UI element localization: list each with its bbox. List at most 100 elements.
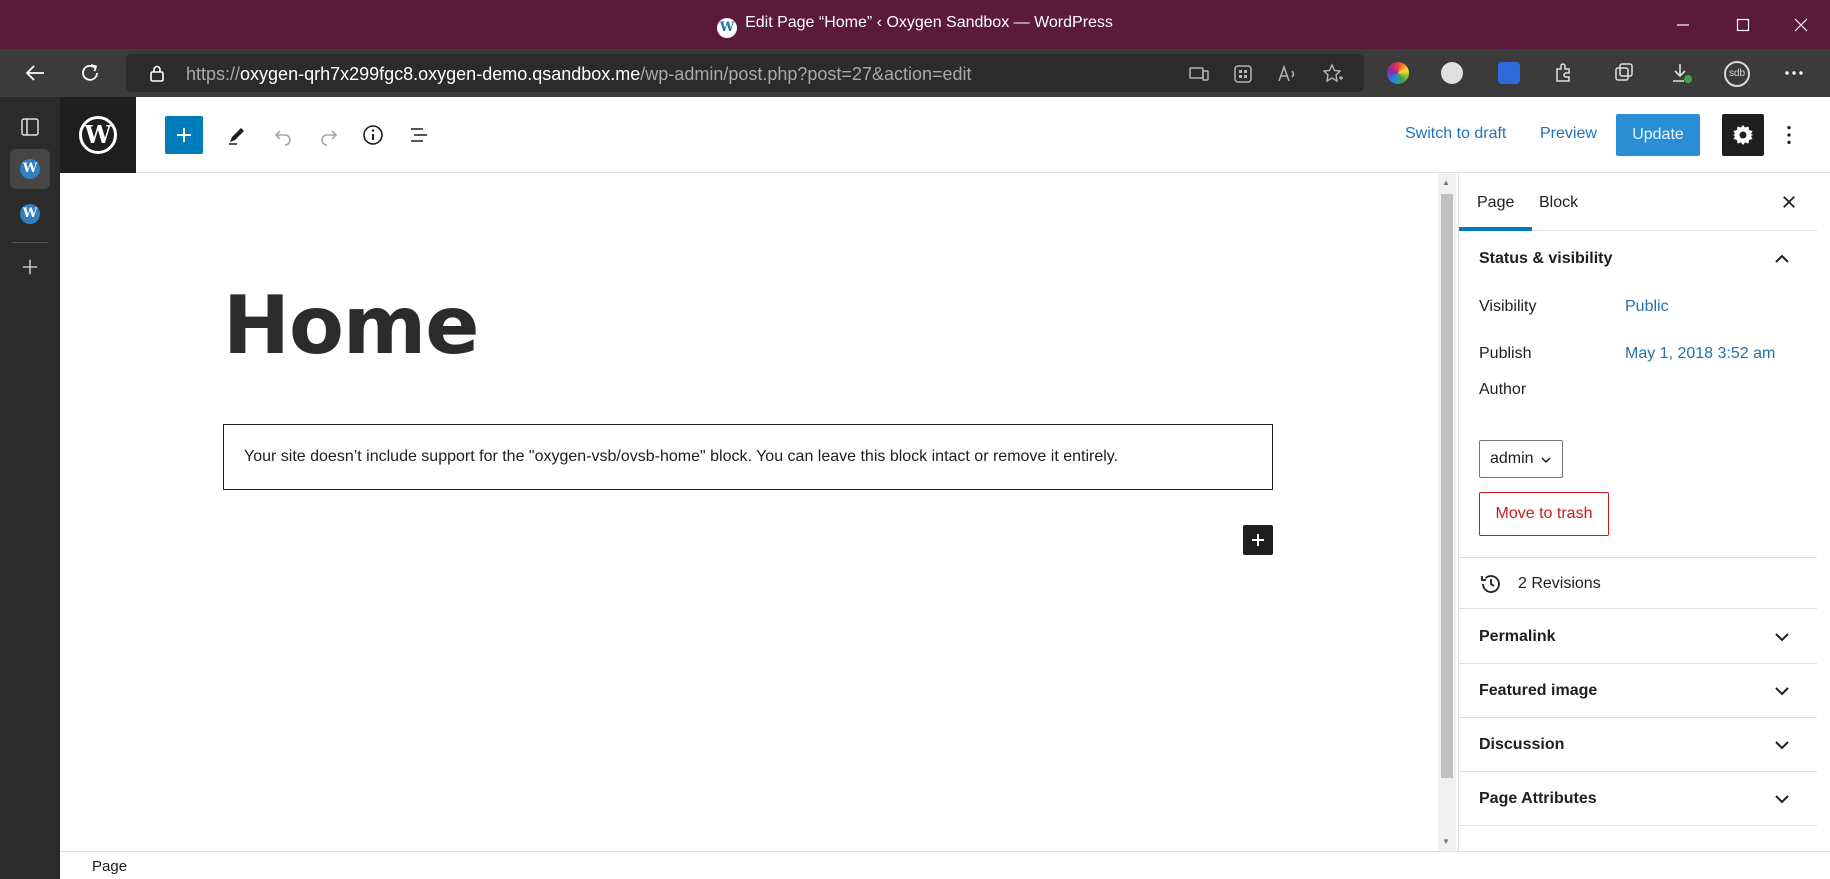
list-view-button[interactable] — [400, 116, 438, 154]
switch-to-draft-button[interactable]: Switch to draft — [1405, 125, 1506, 143]
author-select-value: admin — [1490, 450, 1534, 467]
chevron-down-icon — [1775, 687, 1789, 696]
gear-icon — [1733, 125, 1753, 145]
chevron-down-icon — [1775, 795, 1789, 804]
redo-icon — [321, 130, 338, 146]
tab-actions-button[interactable] — [10, 107, 50, 147]
revisions-label: 2 Revisions — [1518, 575, 1601, 592]
browser-tab-sidebar: W W — [0, 97, 60, 879]
chevron-up-icon — [1775, 254, 1789, 263]
tab-panel-icon — [21, 118, 39, 136]
panel-title: Page Attributes — [1479, 790, 1597, 807]
arrow-left-icon — [25, 65, 44, 81]
back-button[interactable] — [15, 49, 55, 97]
extensions-puzzle-icon[interactable] — [1552, 62, 1574, 84]
editor-canvas[interactable]: Home Your site doesn’t include support f… — [60, 174, 1448, 851]
browser-title-bar: W Edit Page “Home” ‹ Oxygen Sandbox — Wor… — [0, 0, 1830, 49]
collections-icon[interactable] — [1613, 62, 1635, 84]
pencil-icon — [229, 128, 244, 145]
plus-icon — [1252, 534, 1264, 546]
author-label: Author — [1479, 381, 1527, 398]
vertical-tab-wordpress[interactable]: W — [10, 194, 50, 234]
options-button[interactable] — [1774, 116, 1804, 154]
tools-button[interactable] — [218, 116, 256, 154]
scroll-up-arrow-icon[interactable]: ▲ — [1442, 178, 1450, 187]
block-inserter-button[interactable] — [165, 116, 203, 154]
wordpress-logo-icon: W — [79, 116, 117, 154]
chevron-down-icon — [1541, 457, 1551, 464]
new-tab-button[interactable] — [10, 247, 50, 287]
panel-permalink[interactable]: Permalink — [1459, 610, 1817, 664]
panel-page-attributes[interactable]: Page Attributes — [1459, 772, 1817, 826]
wordpress-tab-icon: W — [20, 204, 40, 224]
panel-title: Featured image — [1479, 682, 1598, 699]
downloads-icon[interactable] — [1670, 62, 1692, 84]
address-bar[interactable]: https://oxygen-qrh7x299fgc8.oxygen-demo.… — [126, 54, 1364, 92]
wp-dashboard-button[interactable]: W — [60, 97, 136, 173]
tab-block[interactable]: Block — [1521, 174, 1596, 231]
url-host: oxygen-qrh7x299fgc8.oxygen-demo.qsandbox… — [240, 64, 641, 84]
history-icon — [1481, 575, 1500, 593]
panel-title: Discussion — [1479, 736, 1565, 753]
refresh-button[interactable] — [70, 49, 110, 97]
chevron-down-icon — [1775, 741, 1789, 750]
details-button[interactable] — [354, 116, 392, 154]
wp-editor: W Switch to draft Preview Update Home Yo… — [60, 97, 1830, 879]
update-button[interactable]: Update — [1616, 114, 1700, 156]
inline-block-inserter[interactable] — [1243, 525, 1273, 555]
maximize-icon — [1736, 18, 1750, 31]
url-text[interactable]: https://oxygen-qrh7x299fgc8.oxygen-demo.… — [186, 64, 972, 85]
profile-avatar[interactable]: sdb — [1724, 61, 1750, 87]
minimize-icon — [1677, 23, 1689, 26]
read-aloud-icon[interactable] — [1276, 63, 1298, 85]
author-select[interactable]: admin — [1479, 440, 1563, 478]
maximize-button[interactable] — [1720, 0, 1766, 49]
panel-featured-image[interactable]: Featured image — [1459, 664, 1817, 718]
scroll-down-arrow-icon[interactable]: ▼ — [1442, 837, 1450, 846]
editor-footer: Page — [60, 851, 1830, 879]
move-to-trash-button[interactable]: Move to trash — [1479, 492, 1609, 536]
missing-block-warning[interactable]: Your site doesn’t include support for th… — [223, 424, 1273, 490]
undo-button[interactable] — [264, 116, 302, 154]
apps-icon[interactable] — [1232, 63, 1254, 85]
favorite-star-icon[interactable] — [1322, 63, 1344, 85]
missing-block-message: Your site doesn’t include support for th… — [244, 448, 1119, 465]
window-title-text: Edit Page “Home” ‹ Oxygen Sandbox — Word… — [745, 14, 1113, 31]
settings-sidebar: Page Block Status & visibility Visibilit… — [1458, 174, 1830, 851]
browser-toolbar: https://oxygen-qrh7x299fgc8.oxygen-demo.… — [0, 49, 1830, 97]
post-title[interactable]: Home — [223, 279, 480, 372]
publish-date-link[interactable]: May 1, 2018 3:52 am — [1625, 345, 1775, 363]
device-icon[interactable] — [1188, 63, 1210, 85]
minimize-button[interactable] — [1660, 0, 1706, 49]
editor-header: W Switch to draft Preview Update — [60, 97, 1830, 173]
sidebar-tabs: Page Block — [1459, 174, 1817, 231]
panel-title: Status & visibility — [1479, 250, 1613, 267]
refresh-icon — [82, 64, 98, 81]
window-title: W Edit Page “Home” ‹ Oxygen Sandbox — Wor… — [0, 14, 1830, 38]
wordpress-tab-icon: W — [20, 159, 40, 179]
more-menu-icon[interactable] — [1783, 62, 1805, 84]
wordpress-favicon-icon: W — [717, 18, 738, 38]
plus-icon — [177, 128, 191, 142]
preview-button[interactable]: Preview — [1540, 125, 1597, 143]
lock-icon[interactable] — [148, 64, 166, 82]
close-icon — [1794, 18, 1808, 31]
panel-discussion[interactable]: Discussion — [1459, 718, 1817, 772]
visibility-value-link[interactable]: Public — [1625, 298, 1669, 316]
canvas-scrollbar-thumb[interactable] — [1441, 194, 1453, 778]
settings-button[interactable] — [1722, 114, 1764, 156]
revisions-link[interactable]: 2 Revisions — [1459, 557, 1817, 609]
canvas-scrollbar[interactable]: ▲ ▼ — [1438, 174, 1456, 851]
translate-extension-icon[interactable] — [1498, 62, 1520, 84]
panel-status-visibility[interactable]: Status & visibility — [1459, 232, 1817, 286]
glasses-extension-icon[interactable] — [1441, 62, 1463, 84]
color-extension-icon[interactable] — [1387, 62, 1409, 84]
block-breadcrumb[interactable]: Page — [92, 858, 127, 875]
close-window-button[interactable] — [1778, 0, 1824, 49]
close-settings-button[interactable] — [1777, 190, 1801, 214]
vertical-tab-wordpress-active[interactable]: W — [10, 149, 50, 189]
undo-icon — [274, 130, 291, 146]
kebab-menu-icon — [1787, 126, 1791, 144]
url-path: /wp-admin/post.php?post=27&action=edit — [640, 64, 972, 84]
redo-button[interactable] — [310, 116, 348, 154]
